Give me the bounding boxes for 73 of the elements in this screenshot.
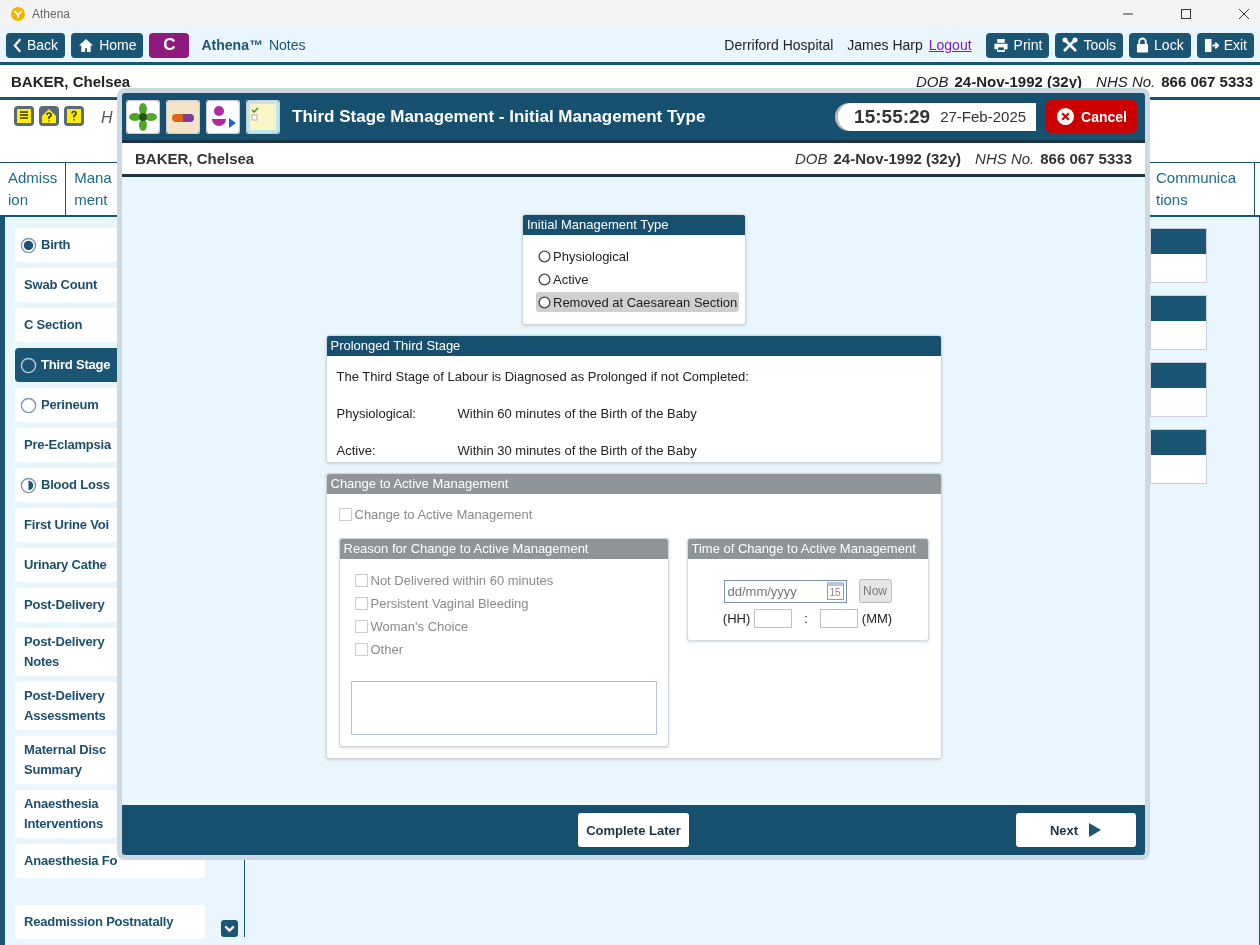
close-icon[interactable] — [1238, 8, 1250, 20]
info-label: Active: — [336, 443, 377, 458]
nhs-number: 866 067 5333 — [1161, 72, 1253, 90]
panel-header: Reason for Change to Active Management — [339, 539, 668, 559]
time-separator: : — [804, 611, 808, 626]
exit-door-icon — [1203, 37, 1219, 53]
radio-button[interactable] — [538, 272, 551, 286]
next-button[interactable]: Next — [1016, 813, 1136, 847]
house-icon — [78, 37, 95, 53]
lock-icon — [1136, 37, 1150, 53]
exit-button[interactable]: Exit — [1196, 32, 1254, 58]
logout-link[interactable]: Logout — [928, 37, 972, 53]
scroll-down-icon[interactable] — [221, 920, 238, 937]
radio-option[interactable]: Physiological — [536, 246, 631, 266]
tools-button[interactable]: Tools — [1055, 32, 1124, 58]
panel-header: Initial Management Type — [523, 215, 745, 235]
pill-icon[interactable] — [166, 99, 200, 134]
panel-header: Prolonged Third Stage — [326, 336, 941, 356]
flower-icon[interactable] — [126, 99, 160, 134]
close-circle-icon — [1056, 107, 1076, 126]
nhs-label: NHS No. — [1096, 72, 1156, 90]
card — [1150, 228, 1207, 283]
info-text: The Third Stage of Labour is Diagnosed as Prolonged if not Completed: — [336, 369, 750, 384]
clock-time: 15:55:29 — [854, 105, 931, 128]
tab[interactable]: Admiss ion — [0, 163, 67, 215]
dialog-title: Third Stage Management - Initial Management Type — [292, 106, 706, 127]
cancel-button[interactable]: Cancel — [1046, 100, 1137, 133]
help-icon[interactable] — [64, 106, 84, 126]
panel-header: Time of Change to Active Management — [687, 539, 928, 559]
clock-date: 27-Feb-2025 — [940, 108, 1027, 125]
app-subtitle: Notes — [268, 37, 306, 53]
radio-option[interactable]: Active — [536, 269, 591, 289]
play-arrow-icon — [1088, 822, 1103, 838]
patient-name: BAKER, Chelsea — [135, 150, 255, 167]
card — [1150, 295, 1207, 350]
hand-help-icon[interactable] — [14, 106, 34, 126]
radio-option[interactable]: Removed at Caesarean Section — [536, 292, 740, 312]
header-text: H — [101, 109, 113, 127]
tools-icon — [1062, 37, 1079, 53]
notepad-icon[interactable] — [246, 99, 280, 134]
info-text: Within 60 minutes of the Birth of the Baby — [457, 406, 697, 421]
radio-button[interactable] — [538, 249, 551, 263]
user-name: James Harp — [847, 37, 923, 53]
person-arrow-icon[interactable] — [206, 99, 240, 134]
card — [1150, 429, 1207, 484]
radio-button[interactable] — [538, 295, 551, 309]
card — [1150, 362, 1207, 417]
home-button[interactable]: Home — [71, 32, 144, 58]
window-title: Athena — [32, 7, 71, 21]
info-label: Physiological: — [336, 406, 417, 421]
complete-later-button[interactable]: Complete Later — [578, 813, 689, 847]
chevron-left-icon — [13, 37, 22, 53]
dob-value: 24-Nov-1992 (32y) — [833, 150, 962, 167]
print-button[interactable]: Print — [985, 32, 1050, 58]
info-text: Within 30 minutes of the Birth of the Baby — [457, 443, 697, 458]
panel-header: Change to Active Management — [326, 474, 941, 494]
logo-icon — [10, 6, 26, 22]
lock-button[interactable]: Lock — [1129, 32, 1191, 58]
house-help-icon[interactable] — [39, 106, 59, 126]
dob-label: DOB — [794, 150, 828, 167]
nhs-number: 866 067 5333 — [1040, 150, 1132, 167]
minutes-label: (MM) — [861, 611, 893, 626]
sidebar-item[interactable]: Readmission Postnatally — [15, 905, 205, 939]
letter-button[interactable]: C — [149, 32, 190, 58]
hospital-name: Derriford Hospital — [724, 37, 834, 53]
hours-label: (HH) — [722, 611, 751, 626]
dob-label: DOB — [915, 72, 949, 90]
patient-name: BAKER, Chelsea — [11, 72, 131, 90]
maximize-icon[interactable] — [1180, 8, 1192, 20]
printer-icon — [992, 37, 1009, 53]
back-button[interactable]: Back — [6, 32, 66, 58]
app-name: Athena™ — [201, 37, 263, 53]
nhs-label: NHS No. — [975, 150, 1035, 167]
